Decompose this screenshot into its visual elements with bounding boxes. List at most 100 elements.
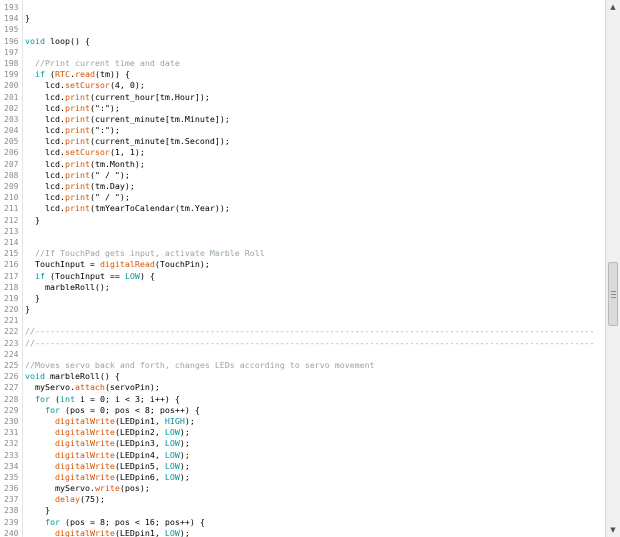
code-line[interactable]: 217 if (TouchInput == LOW) { bbox=[0, 271, 604, 282]
code-editor[interactable]: 193 194} 195 196 void loop() {197 198 //Print… bbox=[0, 0, 620, 537]
code-line[interactable]: 225 //Moves servo back and forth, changes… bbox=[0, 360, 604, 371]
code-line[interactable]: 212 } bbox=[0, 215, 604, 226]
code-area[interactable]: 193 194} 195 196 void loop() {197 198 //Print… bbox=[0, 2, 604, 537]
code-text: myServo.write(pos); bbox=[25, 483, 150, 494]
code-text: lcd.print(" / "); bbox=[25, 192, 130, 203]
code-text: digitalWrite(LEDpin3, LOW); bbox=[54, 438, 190, 449]
code-text: digitalWrite(LEDpin4, LOW); bbox=[54, 449, 190, 460]
code-line[interactable]: 238 } bbox=[0, 505, 604, 516]
code-text: void loop() { bbox=[25, 35, 90, 46]
line-number: 201 bbox=[4, 92, 19, 102]
code-text: if (RTC.read(tm)) { bbox=[35, 69, 130, 80]
code-line[interactable]: 239 for (pos = 8; pos < 16; pos++) { bbox=[0, 517, 604, 528]
code-text: lcd.print(":"); bbox=[25, 125, 120, 136]
code-line[interactable]: 235 digitalWrite(LEDpin6, LOW); bbox=[0, 472, 604, 483]
code-text: lcd.print(tm.Day); bbox=[25, 181, 135, 191]
line-number: 221 bbox=[4, 316, 19, 326]
code-text: lcd.print(":"); bbox=[25, 102, 120, 113]
code-line[interactable]: 206 lcd.setCursor(1, 1); bbox=[0, 147, 604, 158]
line-number: 204 bbox=[4, 126, 19, 136]
line-number: 240 bbox=[4, 528, 19, 537]
code-line[interactable]: 207 lcd.print(tm.Month); bbox=[0, 159, 604, 170]
line-number: 234 bbox=[4, 461, 19, 471]
line-number: 231 bbox=[4, 428, 19, 438]
line-number: 229 bbox=[4, 405, 19, 415]
code-text: delay(75); bbox=[54, 494, 105, 505]
code-line[interactable]: 216 TouchInput = digitalRead(TouchPin); bbox=[0, 259, 604, 270]
vertical-scrollbar[interactable]: ▲ ▼ bbox=[605, 0, 620, 537]
code-text: lcd.setCursor(1, 1); bbox=[25, 147, 145, 158]
code-line[interactable]: 234 digitalWrite(LEDpin5, LOW); bbox=[0, 461, 604, 472]
code-text: for (pos = 8; pos < 16; pos++) { bbox=[44, 516, 205, 527]
code-line[interactable]: 215 //If TouchPad gets input, activate M… bbox=[0, 248, 604, 259]
line-number: 200 bbox=[4, 81, 19, 91]
code-text: } bbox=[25, 292, 40, 303]
code-text: digitalWrite(LEDpin6, LOW); bbox=[54, 471, 190, 482]
code-line[interactable]: 230 digitalWrite(LEDpin1, HIGH); bbox=[0, 416, 604, 427]
code-line[interactable]: 228 for (int i = 0; i < 3; i++) { bbox=[0, 394, 604, 405]
code-line[interactable]: 211 lcd.print(tmYearToCalendar(tm.Year))… bbox=[0, 203, 604, 214]
code-line[interactable]: 210 lcd.print(" / "); bbox=[0, 192, 604, 203]
code-text: digitalWrite(LEDpin1, HIGH); bbox=[54, 415, 195, 426]
code-text: } bbox=[25, 304, 30, 315]
code-text: digitalWrite(LEDpin5, LOW); bbox=[54, 460, 190, 471]
code-text: lcd.print(current_minute[tm.Minute]); bbox=[25, 113, 230, 124]
code-line[interactable]: 213 bbox=[0, 226, 604, 237]
line-number: 203 bbox=[4, 114, 19, 124]
line-number: 213 bbox=[4, 226, 19, 236]
scrollbar-thumb[interactable] bbox=[608, 262, 618, 326]
code-text: lcd.print(tm.Month); bbox=[25, 158, 145, 169]
code-text: lcd.print(current_hour[tm.Hour]); bbox=[25, 91, 210, 102]
line-number: 237 bbox=[4, 495, 19, 505]
line-number: 210 bbox=[4, 193, 19, 203]
code-line[interactable]: 197 bbox=[0, 47, 604, 58]
code-line[interactable]: 226 void marbleRoll() { bbox=[0, 371, 604, 382]
code-line[interactable]: 221 bbox=[0, 315, 604, 326]
code-line[interactable]: 200 lcd.setCursor(4, 0); bbox=[0, 80, 604, 91]
code-line[interactable]: 229 for (pos = 0; pos < 8; pos++) { bbox=[0, 405, 604, 416]
code-line[interactable]: 195 bbox=[0, 24, 604, 35]
code-line[interactable]: 223 //-----------------------------------… bbox=[0, 338, 604, 349]
code-text: //--------------------------------------… bbox=[25, 337, 595, 348]
code-line[interactable]: 233 digitalWrite(LEDpin4, LOW); bbox=[0, 450, 604, 461]
code-line[interactable]: 224 bbox=[0, 349, 604, 360]
code-line[interactable]: 198 //Print current time and date bbox=[0, 58, 604, 69]
line-number: 225 bbox=[4, 361, 19, 370]
code-line[interactable]: 193 bbox=[0, 2, 604, 13]
scroll-down-arrow-icon[interactable]: ▼ bbox=[606, 523, 620, 537]
code-line[interactable]: 231 digitalWrite(LEDpin2, LOW); bbox=[0, 427, 604, 438]
code-line[interactable]: 205 lcd.print(current_minute[tm.Second])… bbox=[0, 136, 604, 147]
line-number: 238 bbox=[4, 506, 19, 516]
code-text: } bbox=[25, 505, 50, 516]
code-line[interactable]: 218 marbleRoll(); bbox=[0, 282, 604, 293]
line-number: 212 bbox=[4, 215, 19, 225]
thumb-grip bbox=[611, 297, 616, 298]
line-number: 205 bbox=[4, 137, 19, 147]
code-line[interactable]: 196 void loop() { bbox=[0, 36, 604, 47]
code-line[interactable]: 214 bbox=[0, 237, 604, 248]
code-line[interactable]: 209 lcd.print(tm.Day); bbox=[0, 181, 604, 192]
code-line[interactable]: 208 lcd.print(" / "); bbox=[0, 170, 604, 181]
code-line[interactable]: 232 digitalWrite(LEDpin3, LOW); bbox=[0, 438, 604, 449]
code-text: TouchInput = digitalRead(TouchPin); bbox=[25, 259, 210, 270]
line-number: 216 bbox=[4, 260, 19, 270]
code-line[interactable]: 219 } bbox=[0, 293, 604, 304]
code-line[interactable]: 201 lcd.print(current_hour[tm.Hour]); bbox=[0, 92, 604, 103]
line-number: 218 bbox=[4, 282, 19, 292]
code-line[interactable]: 203 lcd.print(current_minute[tm.Minute])… bbox=[0, 114, 604, 125]
code-line[interactable]: 222 //-----------------------------------… bbox=[0, 326, 604, 337]
code-line[interactable]: 194} bbox=[0, 13, 604, 24]
code-line[interactable]: 237 delay(75); bbox=[0, 494, 604, 505]
line-number: 230 bbox=[4, 416, 19, 426]
line-number: 207 bbox=[4, 159, 19, 169]
scroll-up-arrow-icon[interactable]: ▲ bbox=[606, 0, 620, 14]
code-line[interactable]: 204 lcd.print(":"); bbox=[0, 125, 604, 136]
code-text: if (TouchInput == LOW) { bbox=[35, 270, 155, 281]
code-line[interactable]: 199 if (RTC.read(tm)) { bbox=[0, 69, 604, 80]
code-line[interactable]: 220} bbox=[0, 304, 604, 315]
code-line[interactable]: 202 lcd.print(":"); bbox=[0, 103, 604, 114]
code-line[interactable]: 240 digitalWrite(LEDpin1, LOW); bbox=[0, 528, 604, 537]
code-text: myServo.attach(servoPin); bbox=[25, 382, 160, 393]
code-line[interactable]: 227 myServo.attach(servoPin); bbox=[0, 382, 604, 393]
code-line[interactable]: 236 myServo.write(pos); bbox=[0, 483, 604, 494]
